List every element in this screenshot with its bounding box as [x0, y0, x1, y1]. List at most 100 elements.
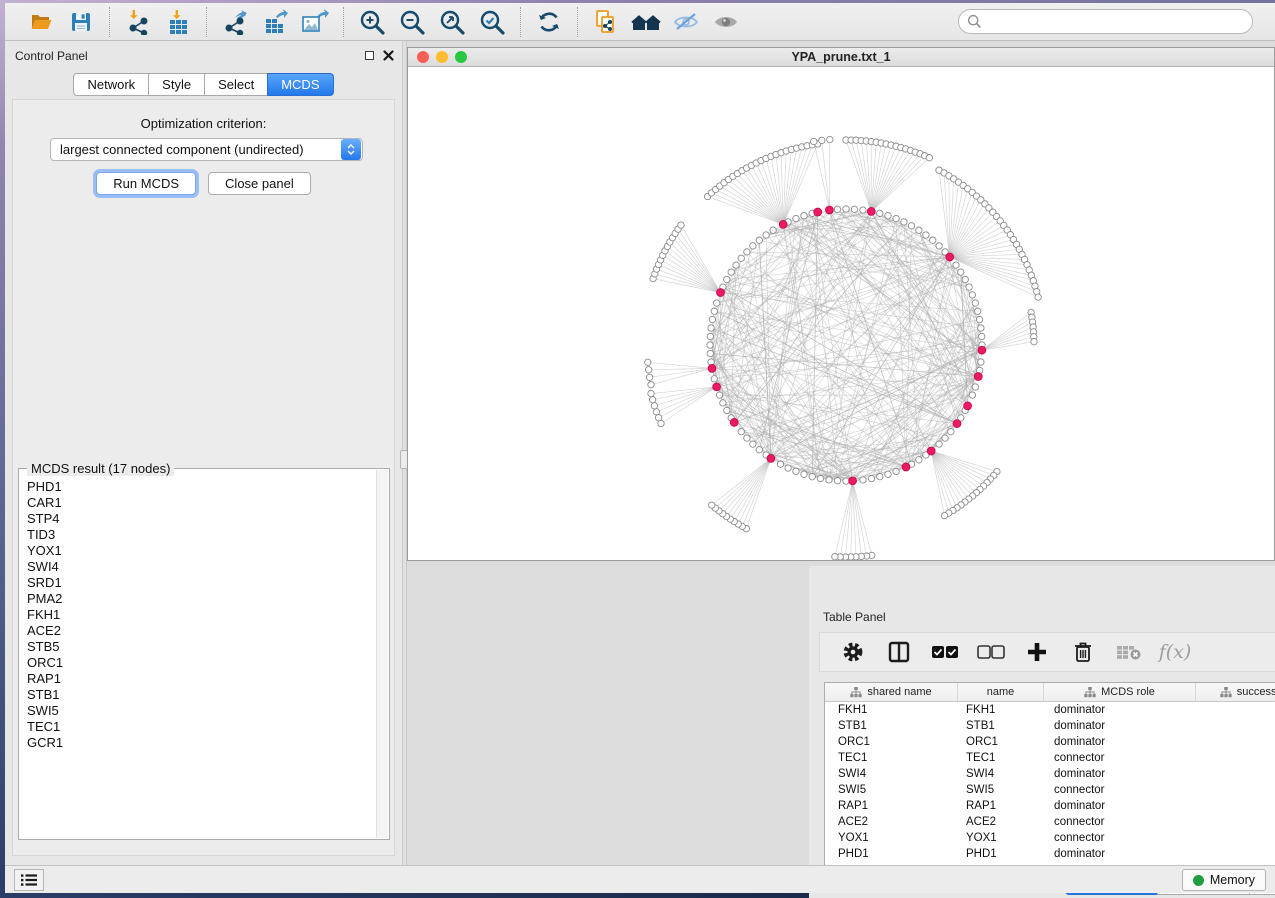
export-group [206, 7, 343, 37]
list-item[interactable]: SWI4 [27, 559, 376, 575]
list-item[interactable]: STB1 [27, 687, 376, 703]
list-item[interactable]: SRD1 [27, 575, 376, 591]
memory-status-icon [1193, 875, 1204, 886]
table-settings-button[interactable] [836, 637, 870, 667]
list-item[interactable]: PMA2 [27, 591, 376, 607]
table-row[interactable]: PHD1PHD1dominator180 [825, 846, 1275, 862]
table-body: FKH1FKH1dominator962STB1STB1dominator620… [825, 702, 1275, 862]
list-item[interactable]: TID3 [27, 527, 376, 543]
deselect-all-button[interactable] [974, 637, 1008, 667]
table-row[interactable]: YOX1YOX1connector291 [825, 830, 1275, 846]
run-mcds-button[interactable]: Run MCDS [96, 172, 196, 195]
list-item[interactable]: FKH1 [27, 607, 376, 623]
column-header[interactable]: MCDS role [1044, 683, 1196, 701]
new-network-from-selection-button[interactable] [589, 7, 623, 37]
network-canvas[interactable] [408, 67, 1274, 560]
mcds-result-box: MCDS result (17 nodes) PHD1CAR1STP4TID3Y… [18, 468, 390, 840]
list-item[interactable]: PHD1 [27, 479, 376, 495]
file-group [13, 7, 109, 37]
delete-column-button[interactable] [1066, 637, 1100, 667]
save-session-button[interactable] [64, 7, 98, 37]
fx-label: f(x) [1159, 641, 1192, 663]
hide-selected-button[interactable] [669, 7, 703, 37]
optimization-criterion-label: Optimization criterion: [13, 116, 394, 131]
main-toolbar [5, 3, 1275, 41]
column-header[interactable]: shared name [825, 683, 958, 701]
task-history-button[interactable] [14, 869, 44, 891]
workspace: YPA_prune.txt_1 Table Panel [407, 41, 1275, 865]
close-panel-button[interactable]: Close panel [208, 172, 311, 195]
list-icon [20, 873, 38, 887]
column-header[interactable]: name [958, 683, 1044, 701]
view-group [577, 7, 754, 37]
list-item[interactable]: CAR1 [27, 495, 376, 511]
memory-button[interactable]: Memory [1182, 869, 1266, 891]
mcds-panel: Optimization criterion: largest connecte… [12, 99, 395, 856]
tab-select[interactable]: Select [204, 73, 268, 96]
status-bar: Memory [5, 865, 1275, 893]
list-item[interactable]: TEC1 [27, 719, 376, 735]
search-field[interactable] [958, 9, 1253, 34]
tab-network[interactable]: Network [73, 73, 149, 96]
table-row[interactable]: SWI4SWI4dominator462 [825, 766, 1275, 782]
criterion-dropdown[interactable]: largest connected component (undirected) [50, 138, 363, 161]
import-table-button[interactable] [161, 7, 195, 37]
search-area [958, 9, 1253, 34]
memory-label: Memory [1210, 873, 1255, 887]
search-icon [967, 14, 982, 29]
criterion-value: largest connected component (undirected) [51, 142, 341, 157]
delete-table-button[interactable] [1112, 637, 1146, 667]
list-item[interactable]: ORC1 [27, 655, 376, 671]
function-builder-button[interactable]: f(x) [1158, 637, 1192, 667]
list-item[interactable]: ACE2 [27, 623, 376, 639]
zoom-out-button[interactable] [395, 7, 429, 37]
float-panel-icon[interactable] [365, 51, 374, 60]
export-network-button[interactable] [218, 7, 252, 37]
tab-mcds[interactable]: MCDS [267, 73, 333, 96]
open-file-button[interactable] [24, 7, 58, 37]
zoom-group [343, 7, 520, 37]
table-row[interactable]: RAP1RAP1dominator352 [825, 798, 1275, 814]
add-column-button[interactable] [1020, 637, 1054, 667]
node-layer[interactable] [645, 136, 1042, 560]
table-row[interactable]: ACE2ACE2connector311 [825, 814, 1275, 830]
table-row[interactable]: STB1STB1dominator620 [825, 718, 1275, 734]
close-panel-icon[interactable] [383, 50, 394, 61]
table-row[interactable]: ORC1ORC1dominator610 [825, 734, 1275, 750]
control-panel: Control Panel NetworkStyleSelectMCDS Opt… [5, 41, 402, 865]
table-row[interactable]: TEC1TEC1connector472 [825, 750, 1275, 766]
search-input[interactable] [982, 12, 1252, 32]
split-view-button[interactable] [882, 637, 916, 667]
zoom-fit-button[interactable] [435, 7, 469, 37]
list-item[interactable]: RAP1 [27, 671, 376, 687]
zoom-in-button[interactable] [355, 7, 389, 37]
mcds-list-scrollbar[interactable] [376, 470, 388, 838]
network-titlebar[interactable]: YPA_prune.txt_1 [408, 48, 1274, 67]
select-all-button[interactable] [928, 637, 962, 667]
column-header[interactable]: successor nodes [1196, 683, 1275, 701]
network-window: YPA_prune.txt_1 [407, 47, 1275, 561]
table-row[interactable]: FKH1FKH1dominator962 [825, 702, 1275, 718]
zoom-selected-button[interactable] [475, 7, 509, 37]
import-network-button[interactable] [121, 7, 155, 37]
table-toolbar: f(x) [819, 632, 1275, 672]
control-panel-tabs: NetworkStyleSelectMCDS [5, 73, 402, 96]
tab-style[interactable]: Style [148, 73, 205, 96]
export-table-button[interactable] [258, 7, 292, 37]
mcds-result-list: PHD1CAR1STP4TID3YOX1SWI4SRD1PMA2FKH1ACE2… [20, 477, 376, 838]
control-panel-title: Control Panel [15, 49, 88, 63]
first-neighbors-button[interactable] [629, 7, 663, 37]
list-item[interactable]: STP4 [27, 511, 376, 527]
list-item[interactable]: YOX1 [27, 543, 376, 559]
mcds-result-title: MCDS result (17 nodes) [27, 461, 174, 476]
table-row[interactable]: SWI5SWI5connector431 [825, 782, 1275, 798]
table-header-row: shared namenameMCDS rolesuccessor nodesp… [825, 683, 1275, 702]
refresh-button[interactable] [532, 7, 566, 37]
list-item[interactable]: STB5 [27, 639, 376, 655]
list-item[interactable]: GCR1 [27, 735, 376, 751]
refresh-group [520, 7, 577, 37]
show-all-button[interactable] [709, 7, 743, 37]
list-item[interactable]: SWI5 [27, 703, 376, 719]
export-image-button[interactable] [298, 7, 332, 37]
table-panel-title: Table Panel [823, 610, 886, 624]
